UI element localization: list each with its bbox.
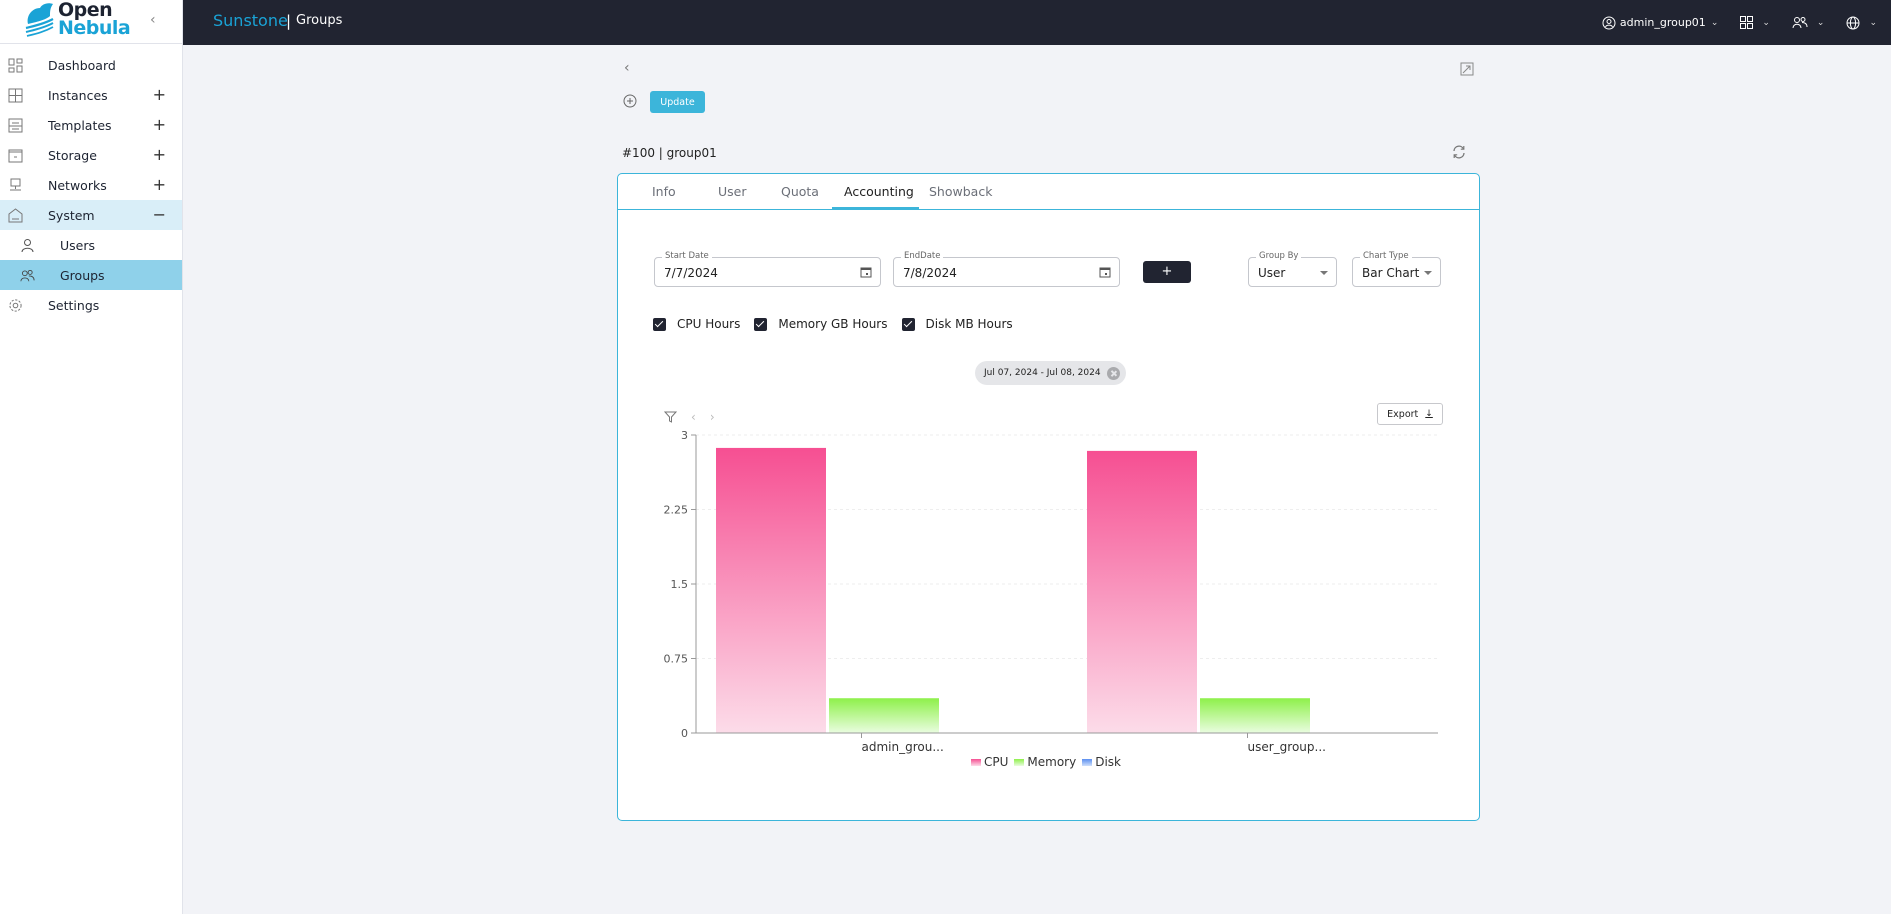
sidebar-item-label: Networks [48,177,107,193]
bar-cpu[interactable] [716,447,826,733]
refresh-icon[interactable] [1451,144,1467,160]
dashboard-icon [8,58,23,73]
x-tick-label: user_group... [1248,740,1326,754]
sidebar-item-label: System [48,207,95,223]
y-tick-label: 0.75 [664,653,689,666]
legend-swatch [1014,758,1025,766]
sidebar-item-networks[interactable]: Networks + [0,170,182,200]
storage-icon [8,149,23,163]
templates-icon [8,118,23,133]
y-tick-label: 1.5 [671,578,689,591]
sidebar-item-label: Instances [48,87,108,103]
user-circle-icon [1602,16,1616,29]
title-separator: | [286,12,292,30]
sidebar-item-label: Groups [60,267,105,283]
bar-memory[interactable] [829,698,939,733]
chevron-down-icon: ⌄ [1710,17,1719,28]
sidebar-item-system[interactable]: System − [0,200,182,230]
update-button[interactable]: Update [650,91,705,113]
details-card: Info User Quota Accounting Showback Star… [617,173,1480,821]
grid-icon [1740,16,1754,29]
sidebar-item-label: Dashboard [48,57,116,73]
sidebar-nav: Dashboard Instances + Templates + Storag… [0,50,182,320]
view-switcher[interactable]: ⌄ [1740,16,1770,29]
legend-label: Disk [1095,755,1121,769]
back-button[interactable]: ‹ [624,60,630,76]
open-in-new-icon[interactable] [1460,62,1474,76]
bar-memory[interactable] [1200,698,1310,733]
sidebar-item-settings[interactable]: Settings [0,290,182,320]
resource-title: #100 | group01 [622,146,717,160]
sidebar: Open Nebula ‹ Dashboard Instances + Temp… [0,0,183,914]
logo-text-nebula: Nebula [58,17,131,39]
chevron-down-icon: ⌄ [1816,17,1825,28]
add-circle-icon[interactable] [623,94,637,108]
group-switcher[interactable]: ⌄ [1792,16,1825,29]
username: admin_group01 [1619,16,1706,29]
sidebar-item-instances[interactable]: Instances + [0,80,182,110]
language-switcher[interactable]: ⌄ [1846,16,1877,30]
sidebar-item-label: Settings [48,297,100,313]
y-tick-label: 0 [681,727,688,740]
y-tick-label: 3 [681,429,688,442]
legend-item-memory[interactable]: Memory [1014,755,1076,769]
system-icon [8,208,23,223]
globe-icon [1846,16,1860,29]
expand-icon[interactable]: + [153,115,166,134]
chart-legend: CPU Memory Disk [971,755,1127,769]
app-brand[interactable]: Sunstone [213,11,288,30]
legend-label: Memory [1027,755,1077,769]
instances-icon [8,88,23,103]
sidebar-item-label: Storage [48,147,97,163]
x-tick-label: admin_grou... [862,740,944,754]
logo: Open Nebula ‹ [0,0,182,44]
collapse-icon[interactable]: − [153,205,166,224]
users-icon [1792,17,1808,29]
page-title: Groups [296,13,343,28]
legend-label: CPU [984,755,1009,769]
user-menu[interactable]: admin_group01 ⌄ [1602,16,1718,30]
top-bar: Sunstone | Groups admin_group01 ⌄ ⌄ ⌄ ⌄ [183,0,1891,45]
sidebar-item-label: Templates [48,117,112,133]
chevron-down-icon: ⌄ [1869,17,1877,28]
legend-swatch [1082,758,1093,766]
expand-icon[interactable]: + [153,145,166,164]
opennebula-logo-icon [25,3,54,37]
sidebar-item-storage[interactable]: Storage + [0,140,182,170]
group-icon [20,269,35,282]
gear-icon [9,299,22,312]
expand-icon[interactable]: + [153,85,166,104]
sidebar-item-dashboard[interactable]: Dashboard [0,50,182,80]
legend-swatch [971,758,981,766]
expand-icon[interactable]: + [153,175,166,194]
chevron-down-icon: ⌄ [1762,17,1770,28]
collapse-sidebar-button[interactable]: ‹ [150,12,156,28]
y-tick-label: 2.25 [664,504,689,517]
accounting-bar-chart: 0 0.75 1.5 2.25 3 admin_grou... user_group... [664,429,1438,754]
sidebar-item-label: Users [60,237,96,253]
sidebar-item-users[interactable]: Users [0,230,182,260]
legend-item-cpu[interactable]: CPU [971,755,1008,769]
sidebar-item-templates[interactable]: Templates + [0,110,182,140]
user-icon [21,239,34,253]
bar-cpu[interactable] [1087,450,1197,733]
networks-icon [10,178,21,191]
legend-item-disk[interactable]: Disk [1082,755,1121,769]
sidebar-item-groups[interactable]: Groups [0,260,182,290]
